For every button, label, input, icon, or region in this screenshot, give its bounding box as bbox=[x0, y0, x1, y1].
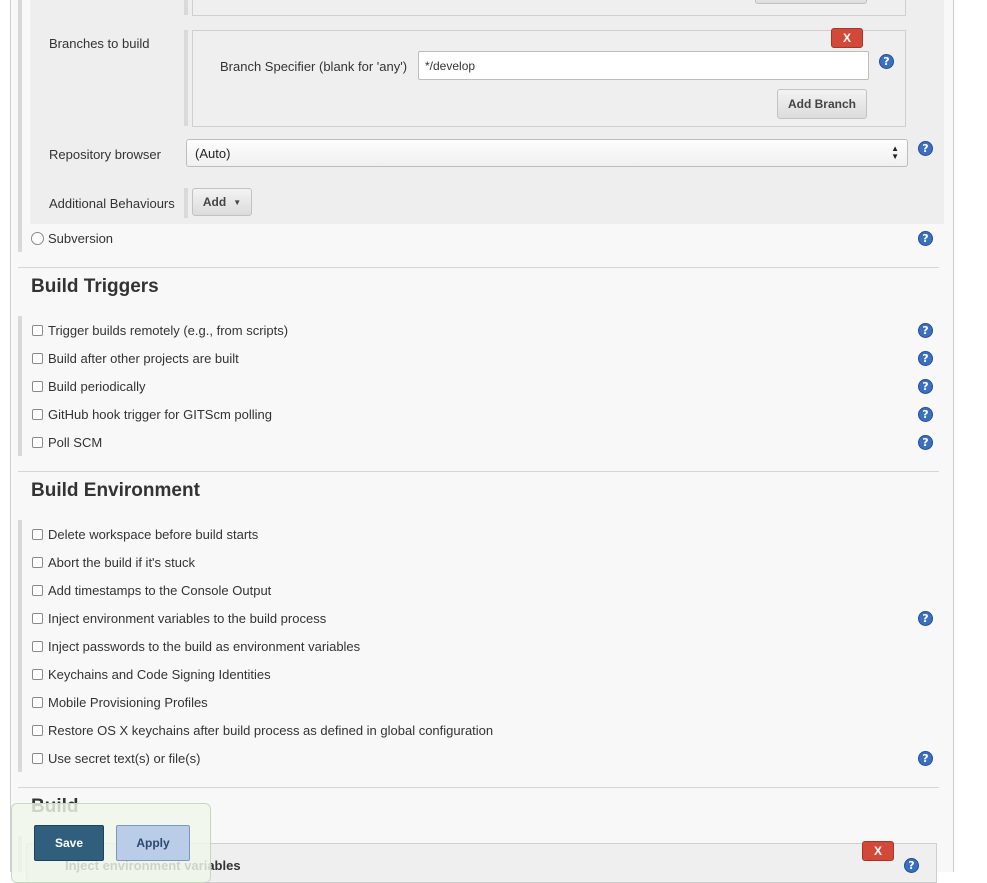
keychains-checkbox[interactable] bbox=[32, 669, 43, 680]
help-icon[interactable]: ? bbox=[918, 407, 933, 422]
delete-workspace-checkbox[interactable] bbox=[32, 529, 43, 540]
inject-passwords-label: Inject passwords to the build as environ… bbox=[48, 639, 361, 654]
help-icon[interactable]: ? bbox=[918, 231, 933, 246]
apply-button[interactable]: Apply bbox=[116, 825, 190, 861]
inject-env-checkbox[interactable] bbox=[32, 613, 43, 624]
save-button[interactable]: Save bbox=[34, 825, 104, 861]
help-icon[interactable]: ? bbox=[918, 351, 933, 366]
add-behaviour-button[interactable]: Add ▼ bbox=[192, 188, 252, 216]
delete-workspace-label: Delete workspace before build starts bbox=[48, 527, 259, 542]
help-icon[interactable]: ? bbox=[918, 379, 933, 394]
repo-indent-bar bbox=[184, 0, 188, 15]
build-after-label: Build after other projects are built bbox=[48, 351, 239, 366]
branches-indent-bar bbox=[184, 30, 188, 126]
inject-env-label: Inject environment variables to the buil… bbox=[48, 611, 327, 626]
subversion-radio[interactable] bbox=[31, 232, 44, 245]
restore-keychains-label: Restore OS X keychains after build proce… bbox=[48, 723, 494, 738]
repository-browser-value: (Auto) bbox=[195, 145, 231, 161]
poll-scm-checkbox[interactable] bbox=[32, 437, 43, 448]
build-periodically-checkbox[interactable] bbox=[32, 381, 43, 392]
section-divider bbox=[18, 267, 939, 268]
build-environment-title: Build Environment bbox=[31, 480, 200, 501]
add-branch-button[interactable]: Add Branch bbox=[777, 89, 867, 119]
github-hook-checkbox[interactable] bbox=[32, 409, 43, 420]
select-arrows-icon: ▲ ▼ bbox=[891, 144, 899, 161]
behaviours-indent-bar bbox=[184, 188, 188, 218]
timestamps-checkbox[interactable] bbox=[32, 585, 43, 596]
repository-browser-select[interactable]: (Auto) ▲ ▼ bbox=[186, 139, 908, 167]
abort-stuck-checkbox[interactable] bbox=[32, 557, 43, 568]
branches-label: Branches to build bbox=[49, 36, 150, 51]
help-icon[interactable]: ? bbox=[918, 141, 933, 156]
repository-browser-label: Repository browser bbox=[49, 147, 161, 162]
section-divider bbox=[18, 471, 939, 472]
help-icon[interactable]: ? bbox=[918, 323, 933, 338]
environment-indent-bar bbox=[18, 520, 22, 772]
add-behaviour-label: Add bbox=[202, 195, 227, 209]
build-periodically-label: Build periodically bbox=[48, 379, 146, 394]
keychains-label: Keychains and Code Signing Identities bbox=[48, 667, 271, 682]
repository-advanced-button[interactable] bbox=[755, 0, 867, 4]
secret-text-label: Use secret text(s) or file(s) bbox=[48, 751, 201, 766]
poll-scm-label: Poll SCM bbox=[48, 435, 103, 450]
github-hook-label: GitHub hook trigger for GITScm polling bbox=[48, 407, 272, 422]
branch-specifier-input[interactable]: */develop bbox=[418, 51, 869, 80]
delete-build-step-button[interactable]: X bbox=[862, 841, 894, 861]
help-icon[interactable]: ? bbox=[879, 54, 894, 69]
subversion-label: Subversion bbox=[48, 231, 114, 246]
trigger-remote-checkbox[interactable] bbox=[32, 325, 43, 336]
caret-down-icon: ▼ bbox=[233, 197, 242, 207]
trigger-remote-label: Trigger builds remotely (e.g., from scri… bbox=[48, 323, 289, 338]
section-divider bbox=[18, 787, 939, 788]
build-after-checkbox[interactable] bbox=[32, 353, 43, 364]
restore-keychains-checkbox[interactable] bbox=[32, 725, 43, 736]
help-icon[interactable]: ? bbox=[918, 751, 933, 766]
help-icon[interactable]: ? bbox=[904, 858, 919, 873]
abort-stuck-label: Abort the build if it's stuck bbox=[48, 555, 195, 570]
provisioning-profiles-label: Mobile Provisioning Profiles bbox=[48, 695, 208, 710]
secret-text-checkbox[interactable] bbox=[32, 753, 43, 764]
help-icon[interactable]: ? bbox=[918, 611, 933, 626]
branch-specifier-label: Branch Specifier (blank for 'any') bbox=[220, 59, 408, 74]
inject-passwords-checkbox[interactable] bbox=[32, 641, 43, 652]
timestamps-label: Add timestamps to the Console Output bbox=[48, 583, 272, 598]
build-triggers-title: Build Triggers bbox=[31, 276, 159, 297]
help-icon[interactable]: ? bbox=[918, 435, 933, 450]
triggers-indent-bar bbox=[18, 316, 22, 456]
provisioning-profiles-checkbox[interactable] bbox=[32, 697, 43, 708]
additional-behaviours-label: Additional Behaviours bbox=[49, 196, 175, 211]
scm-indent-bar bbox=[18, 0, 22, 252]
delete-branch-button[interactable]: X bbox=[831, 28, 863, 48]
repository-box bbox=[192, 0, 906, 16]
